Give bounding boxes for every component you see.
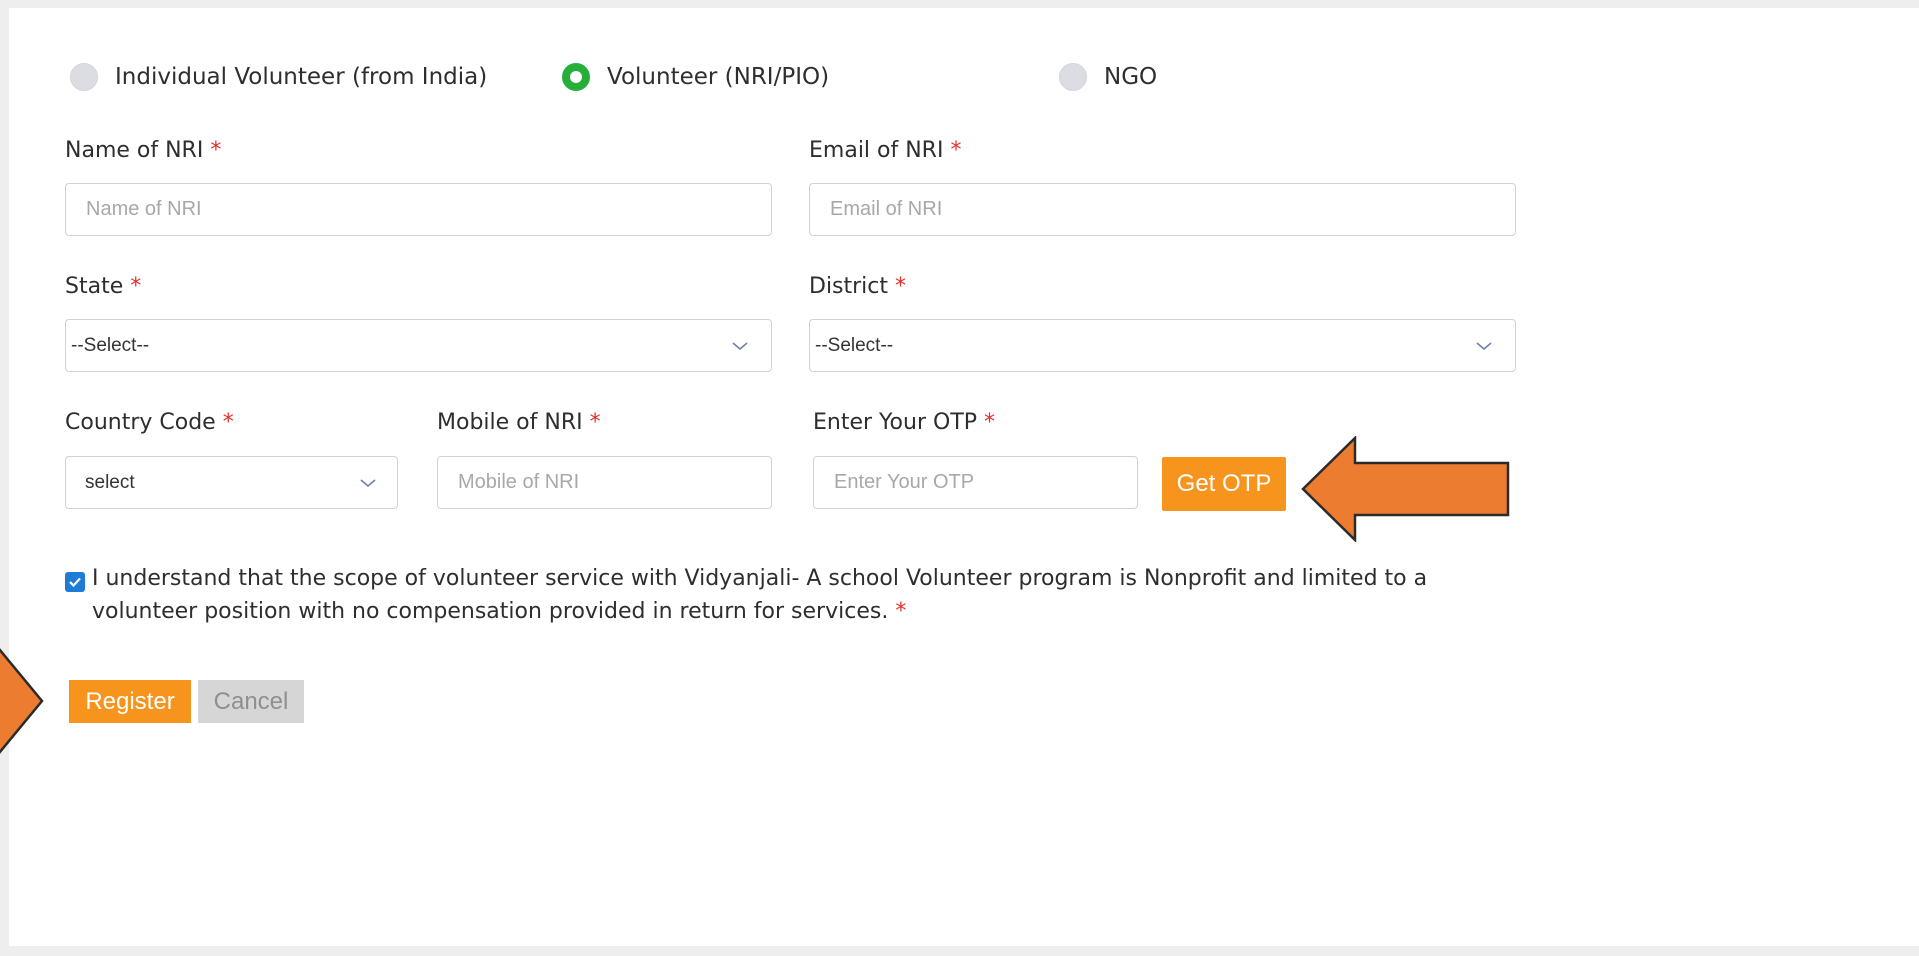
otp-input[interactable] [813, 456, 1138, 509]
chevron-down-icon [360, 478, 376, 487]
state-label: State * [65, 274, 142, 299]
required-mark: * [130, 274, 142, 299]
required-mark: * [895, 599, 907, 624]
radio-ngo-label: NGO [1104, 64, 1158, 90]
radio-volunteer-nri[interactable]: Volunteer (NRI/PIO) [562, 63, 829, 91]
radio-ngo[interactable]: NGO [1059, 63, 1157, 91]
get-otp-button[interactable]: Get OTP [1162, 457, 1286, 511]
mobile-label: Mobile of NRI * [437, 410, 601, 435]
state-select[interactable]: --Select-- [65, 319, 772, 372]
email-label: Email of NRI * [809, 138, 962, 163]
left-arrow-annotation [1301, 436, 1510, 542]
chevron-down-icon [1476, 341, 1492, 350]
district-label: District * [809, 274, 907, 299]
consent-checkbox[interactable] [65, 572, 85, 592]
radio-ngo-indicator[interactable] [1059, 63, 1087, 91]
consent-text: I understand that the scope of volunteer… [92, 566, 1428, 624]
required-mark: * [589, 410, 601, 435]
name-label: Name of NRI * [65, 138, 222, 163]
otp-label: Enter Your OTP * [813, 410, 996, 435]
country-code-label: Country Code * [65, 410, 234, 435]
district-select[interactable]: --Select-- [809, 319, 1516, 372]
right-arrow-annotation [0, 648, 44, 754]
required-mark: * [950, 138, 962, 163]
radio-individual-volunteer[interactable]: Individual Volunteer (from India) [70, 63, 487, 91]
country-code-select[interactable]: select [65, 456, 398, 509]
radio-nri-indicator[interactable] [562, 63, 590, 91]
district-select-value: --Select-- [815, 334, 894, 356]
required-mark: * [984, 410, 996, 435]
radio-nri-label: Volunteer (NRI/PIO) [607, 64, 830, 90]
state-select-value: --Select-- [71, 334, 150, 356]
cancel-button[interactable]: Cancel [198, 680, 304, 723]
required-mark: * [210, 138, 222, 163]
radio-individual-indicator[interactable] [70, 63, 98, 91]
country-code-select-value: select [85, 471, 135, 493]
register-button[interactable]: Register [69, 680, 191, 723]
radio-individual-label: Individual Volunteer (from India) [115, 64, 488, 90]
chevron-down-icon [732, 341, 748, 350]
mobile-input[interactable] [437, 456, 772, 509]
name-input[interactable] [65, 183, 772, 236]
required-mark: * [895, 274, 907, 299]
email-input[interactable] [809, 183, 1516, 236]
checkmark-icon [69, 577, 81, 588]
required-mark: * [222, 410, 234, 435]
